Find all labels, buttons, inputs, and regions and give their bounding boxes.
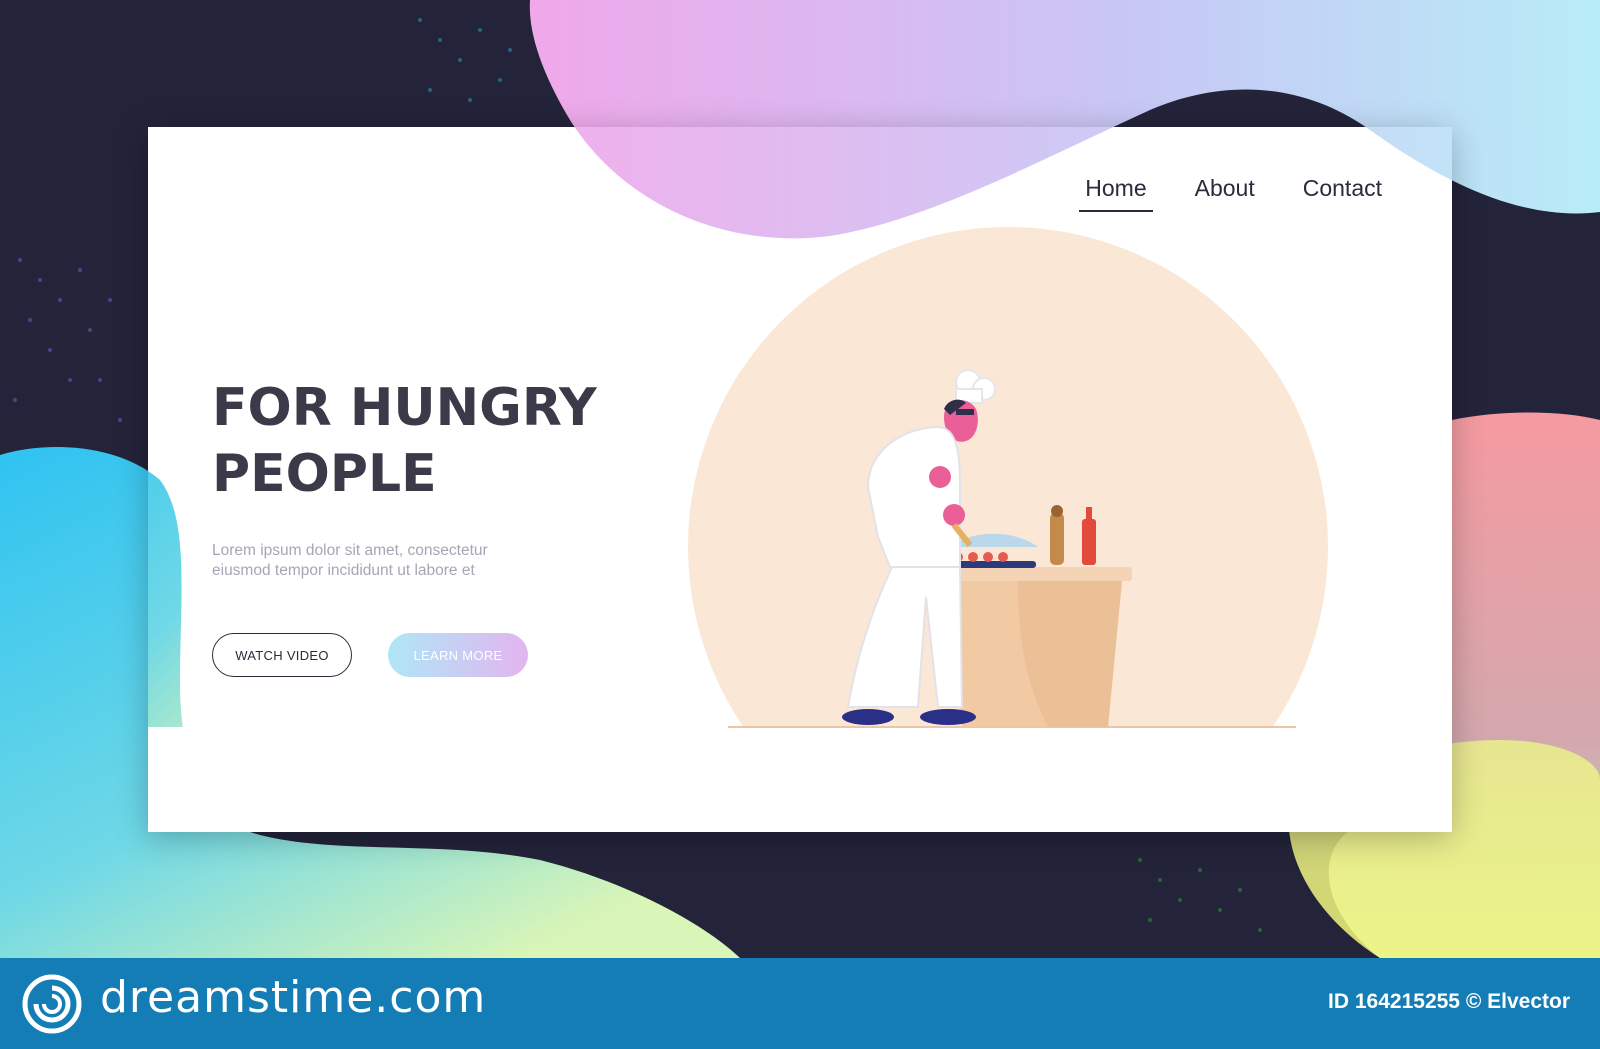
nav-home[interactable]: Home — [1079, 175, 1153, 212]
hero-title: FOR HUNGRY PEOPLE — [212, 375, 632, 507]
chef-illustration — [148, 227, 1452, 832]
dreamstime-spiral-icon — [22, 974, 82, 1034]
footer-brand: dreamstime.com — [100, 972, 487, 1023]
counter-icon — [938, 567, 1132, 727]
page: Home About Contact FOR HUNGRY PEOPLE Lor… — [0, 0, 1600, 1049]
watermark-footer: dreamstime.com ID 164215255 © Elvector — [0, 958, 1600, 1049]
learn-more-button[interactable]: LEARN MORE — [388, 633, 528, 677]
nav-contact[interactable]: Contact — [1297, 175, 1388, 212]
hero-title-line1: FOR HUNGRY — [212, 378, 597, 438]
stock-id: ID 164215255 © Elvector — [1328, 990, 1570, 1013]
nav-about[interactable]: About — [1189, 175, 1261, 212]
hero-text-line2: eiusmod tempor incididunt ut labore et — [212, 562, 475, 579]
top-nav: Home About Contact — [1079, 175, 1388, 212]
watch-video-button[interactable]: WATCH VIDEO — [212, 633, 352, 677]
hero-title-line2: PEOPLE — [212, 444, 437, 504]
hero-description: Lorem ipsum dolor sit amet, consectetur … — [212, 541, 542, 581]
pepper-mill-icon — [1050, 505, 1064, 565]
hero-text-line1: Lorem ipsum dolor sit amet, consectetur — [212, 542, 488, 559]
landing-page-card: Home About Contact FOR HUNGRY PEOPLE Lor… — [148, 127, 1452, 832]
